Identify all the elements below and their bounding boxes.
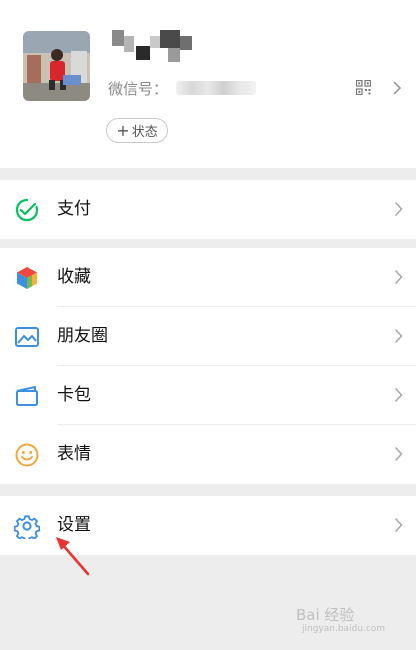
menu-item-moments[interactable]: 朋友圈 xyxy=(0,307,416,366)
menu-item-label: 卡包 xyxy=(57,385,91,405)
watermark-url: jingyan.baidu.com xyxy=(302,624,386,634)
wechat-id-blurred xyxy=(176,81,256,95)
nickname-blurred xyxy=(112,30,194,64)
menu-item-label: 朋友圈 xyxy=(57,326,108,346)
menu-item-pay[interactable]: 支付 xyxy=(0,180,416,239)
avatar[interactable] xyxy=(23,31,90,101)
profile-header[interactable]: 微信号： + 状态 xyxy=(0,0,416,168)
menu-item-favorites[interactable]: 收藏 xyxy=(0,248,416,307)
chevron-right-icon xyxy=(394,387,403,403)
pay-group: 支付 xyxy=(0,180,416,239)
annotation-arrow-icon xyxy=(56,537,90,576)
chevron-right-icon xyxy=(394,446,403,462)
plus-icon: + xyxy=(116,120,130,140)
chevron-right-icon xyxy=(394,328,403,344)
chevron-right-icon xyxy=(393,81,402,95)
chevron-right-icon xyxy=(394,201,403,217)
gear-icon xyxy=(14,515,40,539)
menu-item-label: 收藏 xyxy=(57,267,91,287)
wechat-id-label: 微信号： xyxy=(108,80,169,98)
content-group: 收藏 朋友圈 卡包 表情 xyxy=(0,248,416,484)
chevron-right-icon xyxy=(394,517,403,533)
watermark-brand: Bai 经验 xyxy=(296,606,355,624)
card-wallet-icon xyxy=(16,386,38,406)
moments-image-icon xyxy=(15,327,39,347)
favorites-cube-icon xyxy=(17,267,37,289)
qr-code-icon[interactable] xyxy=(356,80,371,95)
add-status-button[interactable]: + 状态 xyxy=(106,118,168,143)
smiley-icon xyxy=(15,443,39,467)
menu-item-label: 表情 xyxy=(57,444,91,464)
status-button-label: 状态 xyxy=(131,125,158,140)
menu-item-cards[interactable]: 卡包 xyxy=(0,366,416,425)
pay-icon xyxy=(15,198,39,222)
menu-item-stickers[interactable]: 表情 xyxy=(0,425,416,484)
menu-item-label: 支付 xyxy=(57,199,91,219)
baidu-jingyan-watermark: Bai 经验 jingyan.baidu.com xyxy=(296,598,406,640)
chevron-right-icon xyxy=(394,269,403,285)
